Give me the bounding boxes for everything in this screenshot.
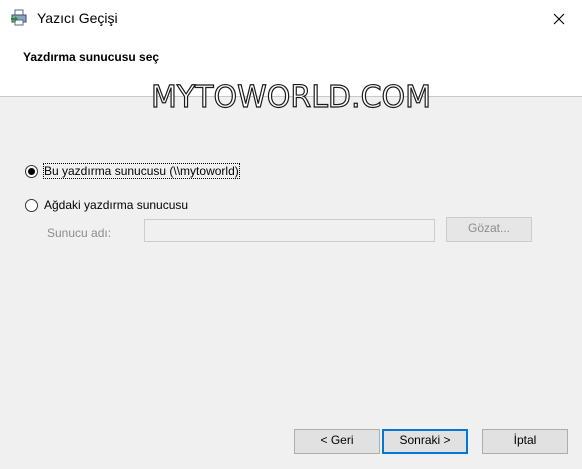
this-server-label: Bu yazdırma sunucusu (\\mytoworld) [43,163,240,179]
printer-migration-app-icon [10,9,28,27]
watermark-text: MYTOWORLD.COM [150,79,432,115]
page-title: Yazdırma sunucusu seç [23,50,160,64]
network-server-label: Ağdaki yazdırma sunucusu [44,198,189,212]
browse-button[interactable]: Gözat... [446,217,532,242]
this-server-radio[interactable] [25,164,38,178]
network-server-radio[interactable] [25,198,38,212]
back-button[interactable]: < Geri [294,429,380,454]
close-icon [553,13,565,25]
server-name-input[interactable] [144,219,435,242]
cancel-button[interactable]: İptal [482,429,568,454]
window-title: Yazıcı Geçişi [37,10,118,26]
title-bar: Yazıcı Geçişi [0,0,582,38]
option-network-server[interactable]: Ağdaki yazdırma sunucusu [25,198,188,212]
next-button[interactable]: Sonraki > [382,429,468,454]
option-this-server[interactable]: Bu yazdırma sunucusu (\\mytoworld) [25,163,240,179]
printer-migration-dialog: Yazıcı Geçişi Yazdırma sunucusu seç MYTO… [0,0,582,469]
close-button[interactable] [536,0,582,38]
server-name-label: Sunucu adı: [47,226,112,240]
